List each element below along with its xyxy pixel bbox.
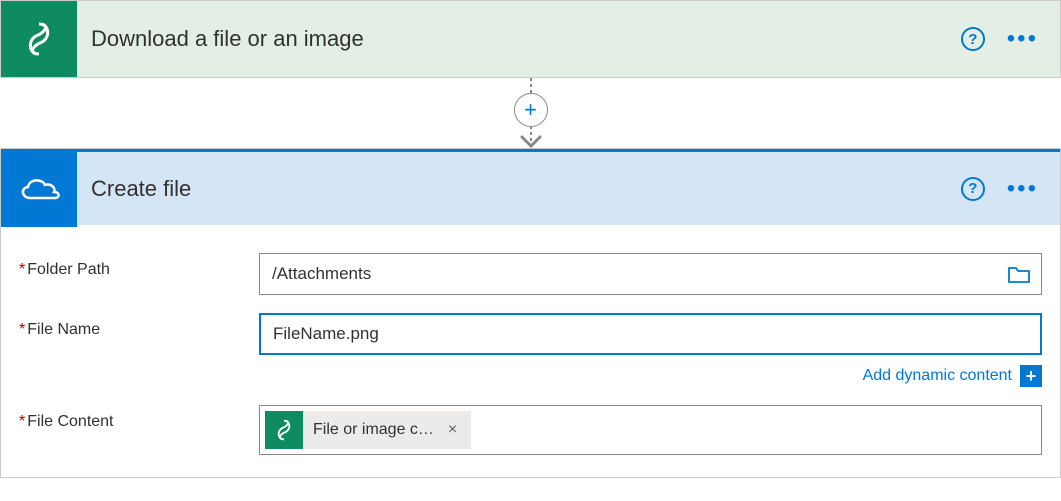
file-name-field[interactable] — [259, 313, 1042, 355]
token-remove-icon[interactable]: × — [444, 421, 461, 439]
help-icon[interactable]: ? — [961, 27, 985, 51]
file-content-field[interactable]: File or image c… × — [259, 405, 1042, 455]
file-name-input[interactable] — [261, 315, 1040, 353]
arrow-down-icon — [520, 135, 542, 149]
help-icon[interactable]: ? — [961, 177, 985, 201]
action-body: *Folder Path *File Name — [1, 225, 1060, 477]
action-title: Download a file or an image — [77, 26, 961, 52]
folder-path-input[interactable] — [260, 254, 997, 294]
required-marker: * — [19, 413, 25, 430]
onedrive-icon — [1, 151, 77, 227]
dataverse-icon — [265, 411, 303, 449]
dataverse-icon — [1, 1, 77, 77]
required-marker: * — [19, 321, 25, 338]
dynamic-token[interactable]: File or image c… × — [265, 411, 471, 449]
connector: + — [0, 78, 1061, 148]
more-icon[interactable]: ••• — [1007, 177, 1038, 201]
action-header[interactable]: Download a file or an image ? ••• — [1, 1, 1060, 77]
field-row-folderpath: *Folder Path — [19, 253, 1042, 295]
action-card-createfile: Create file ? ••• *Folder Path — [0, 148, 1061, 478]
folder-path-field[interactable] — [259, 253, 1042, 295]
field-row-filename: *File Name Add dynamic content + — [19, 313, 1042, 387]
field-label: *Folder Path — [19, 253, 259, 279]
add-dynamic-content-link[interactable]: Add dynamic content — [863, 367, 1012, 385]
action-card-download: Download a file or an image ? ••• — [0, 0, 1061, 78]
add-dynamic-content-button[interactable]: + — [1020, 365, 1042, 387]
action-title: Create file — [77, 176, 961, 202]
folder-picker-icon[interactable] — [997, 254, 1041, 294]
field-label: *File Name — [19, 313, 259, 339]
action-header[interactable]: Create file ? ••• — [1, 149, 1060, 225]
more-icon[interactable]: ••• — [1007, 27, 1038, 51]
field-label: *File Content — [19, 405, 259, 431]
add-step-button[interactable]: + — [514, 93, 548, 127]
required-marker: * — [19, 261, 25, 278]
field-row-filecontent: *File Content File or image c… × — [19, 405, 1042, 455]
token-label: File or image c… — [303, 421, 444, 439]
